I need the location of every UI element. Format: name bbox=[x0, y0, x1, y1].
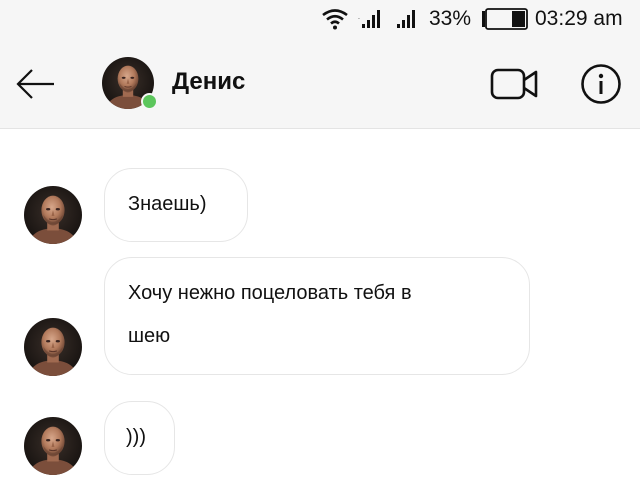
battery-icon bbox=[482, 8, 528, 30]
message-list[interactable]: Знаешь) Хочу нежно поцеловать тебя в шею… bbox=[0, 129, 640, 495]
contact-name[interactable]: Денис bbox=[172, 68, 245, 96]
online-status-indicator bbox=[141, 93, 158, 110]
arrow-left-icon[interactable] bbox=[14, 64, 58, 104]
info-icon[interactable] bbox=[580, 63, 622, 105]
message-text: Знаешь) bbox=[128, 193, 207, 215]
video-camera-icon[interactable] bbox=[490, 66, 540, 102]
svg-text:.: . bbox=[358, 14, 360, 21]
sender-avatar[interactable] bbox=[24, 417, 82, 475]
message-text: шею bbox=[128, 325, 171, 347]
avatar-image bbox=[24, 417, 82, 475]
sender-avatar[interactable] bbox=[24, 318, 82, 376]
status-time: 03:29 am bbox=[535, 7, 623, 30]
message-text: ))) bbox=[126, 426, 146, 448]
signal-icon bbox=[397, 10, 415, 28]
wifi-icon bbox=[322, 9, 348, 30]
avatar-image bbox=[24, 318, 82, 376]
battery-percent: 33% bbox=[429, 7, 472, 30]
status-bar: . 33% 03:29 am bbox=[0, 0, 640, 38]
message-bubble[interactable]: Хочу нежно поцеловать тебя в шею bbox=[104, 257, 530, 375]
chat-header: Денис bbox=[0, 38, 640, 129]
message-bubble[interactable]: Знаешь) bbox=[104, 168, 248, 242]
message-text: Хочу нежно поцеловать тебя в bbox=[128, 282, 412, 304]
sender-avatar[interactable] bbox=[24, 186, 82, 244]
message-bubble[interactable]: ))) bbox=[104, 401, 175, 475]
signal-icon: . bbox=[358, 10, 380, 28]
avatar-image bbox=[24, 186, 82, 244]
